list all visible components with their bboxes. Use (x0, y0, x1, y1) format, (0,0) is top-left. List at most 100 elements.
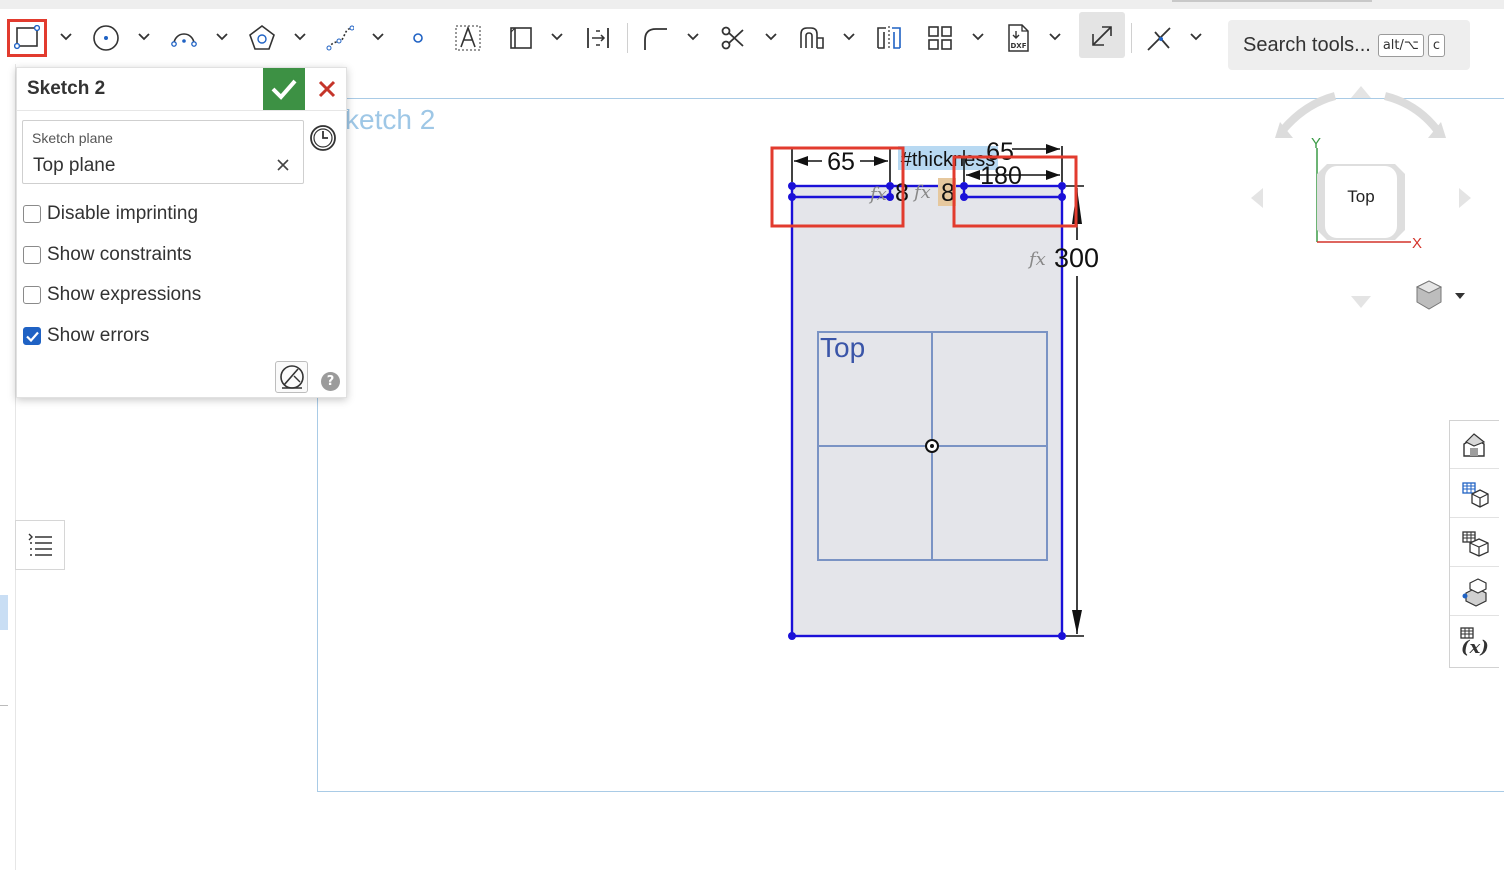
option-show-expressions[interactable]: Show expressions (23, 282, 201, 308)
circle-icon (93, 25, 119, 51)
rectangle-tool[interactable] (7, 19, 47, 57)
offset-icon (800, 27, 824, 49)
dimension-tool[interactable] (581, 22, 615, 54)
toolbar-divider (627, 23, 628, 53)
appearance-panel-button[interactable] (1450, 421, 1499, 469)
pattern-tool[interactable] (923, 22, 957, 54)
properties-panel-button[interactable] (1450, 470, 1499, 518)
option-label: Disable imprinting (47, 203, 199, 224)
sketch-plane-value: Top plane (33, 155, 116, 176)
option-show-constraints[interactable]: Show constraints (23, 242, 192, 268)
axis-x-label: X (1412, 235, 1422, 252)
construction-tool[interactable] (503, 22, 537, 54)
chevron-down-icon[interactable] (292, 29, 308, 45)
cube-face-label: Top (1347, 187, 1374, 206)
mate-connector-panel-button[interactable] (1450, 568, 1499, 616)
chevron-down-icon[interactable] (214, 29, 230, 45)
left-panel-selection (0, 595, 8, 630)
option-disable-imprinting[interactable]: Disable imprinting (23, 201, 198, 227)
chevron-down-icon[interactable] (841, 29, 857, 45)
mirror-icon (877, 26, 901, 50)
mate-icon (1462, 577, 1487, 607)
option-label: Show errors (47, 325, 150, 346)
point-tool[interactable] (401, 22, 435, 54)
view-down-arrow-icon[interactable] (1351, 296, 1371, 308)
fillet-icon (644, 28, 667, 50)
arc-tool[interactable] (167, 22, 201, 54)
chevron-down-icon[interactable] (136, 29, 152, 45)
pencil-circle-icon (279, 365, 304, 389)
checkbox[interactable] (23, 286, 41, 304)
sketch-dialog: Sketch 2 Sketch plane Top plane Disable … (16, 67, 348, 398)
dxf-badge-text: DXF (1011, 42, 1027, 50)
cancel-button[interactable] (309, 70, 345, 108)
rotate-arc-right-icon[interactable] (1383, 92, 1441, 133)
fillet-tool[interactable] (638, 22, 672, 54)
chevron-down-icon[interactable] (549, 29, 565, 45)
chevron-down-icon[interactable] (763, 29, 779, 45)
close-icon (318, 80, 336, 98)
polygon-icon (249, 25, 275, 50)
toolbar-divider (1131, 23, 1132, 53)
sketch-inference-button[interactable] (275, 361, 308, 393)
help-icon[interactable]: ? (321, 372, 340, 391)
dxf-icon: DXF (1008, 24, 1029, 52)
checkbox[interactable] (23, 205, 41, 223)
spline-tool[interactable] (323, 22, 357, 54)
option-label: Show expressions (47, 284, 202, 305)
dialog-header-divider (17, 110, 348, 111)
checkbox-checked[interactable] (23, 327, 41, 345)
tangent-tool[interactable] (1079, 12, 1125, 58)
trim-tool[interactable] (716, 22, 750, 54)
chevron-down-icon[interactable] (58, 29, 74, 45)
svg-text:(x): (x) (1461, 637, 1489, 656)
right-tool-palette: (x) (1449, 420, 1499, 668)
tab-hint (1172, 0, 1372, 2)
polygon-tool[interactable] (245, 22, 279, 54)
circle-tool[interactable] (89, 22, 123, 54)
dimension-icon (587, 28, 609, 48)
top-strip (0, 0, 1504, 9)
feature-list-button[interactable] (15, 520, 65, 570)
checkbox[interactable] (23, 246, 41, 264)
tangent-arrow-icon (1092, 26, 1112, 46)
option-label: Show constraints (47, 244, 192, 265)
history-clock-icon[interactable] (308, 123, 338, 153)
pattern-icon (928, 26, 952, 50)
chevron-down-icon[interactable] (685, 29, 701, 45)
view-cube[interactable]: Y X Top (1245, 82, 1485, 322)
chevron-down-icon[interactable] (1047, 29, 1063, 45)
shortcut-key-c: c (1427, 33, 1446, 57)
text-icon (455, 25, 481, 51)
chevron-down-icon (1455, 293, 1465, 299)
construction-icon (510, 27, 532, 49)
accept-button[interactable] (263, 68, 305, 110)
left-panel-edge (0, 64, 16, 870)
text-tool[interactable] (451, 22, 485, 54)
chevron-down-icon[interactable] (370, 29, 386, 45)
dxf-import-tool[interactable]: DXF (1001, 22, 1035, 54)
chevron-down-icon[interactable] (970, 29, 986, 45)
sketch-toolbar: DXF Search tools... alt/⌥ c (0, 9, 1504, 70)
search-tools-box[interactable]: Search tools... alt/⌥ c (1228, 20, 1470, 70)
axis-y-label: Y (1311, 135, 1321, 152)
rotate-arc-left-icon[interactable] (1279, 92, 1337, 133)
point-icon (413, 33, 423, 43)
constraint-tool[interactable] (1142, 22, 1176, 54)
offset-tool[interactable] (794, 22, 828, 54)
view-up-arrow-icon[interactable] (1351, 86, 1371, 98)
chevron-down-icon[interactable] (1188, 29, 1204, 45)
variables-panel-button[interactable]: (x) (1450, 617, 1499, 665)
view-right-arrow-icon[interactable] (1459, 188, 1471, 208)
mirror-tool[interactable] (872, 22, 906, 54)
view-left-arrow-icon[interactable] (1251, 188, 1263, 208)
dialog-title: Sketch 2 (27, 78, 106, 99)
trim-icon (721, 26, 744, 50)
option-show-errors[interactable]: Show errors (23, 323, 149, 349)
shortcut-key-alt: alt/⌥ (1377, 33, 1424, 57)
clear-plane-button[interactable] (273, 155, 293, 175)
variables-icon: (x) (1459, 627, 1489, 656)
measure-panel-button[interactable] (1450, 519, 1499, 567)
sketch-plane-field[interactable]: Sketch plane Top plane (22, 120, 304, 184)
view-cube-menu[interactable] (1415, 280, 1465, 310)
